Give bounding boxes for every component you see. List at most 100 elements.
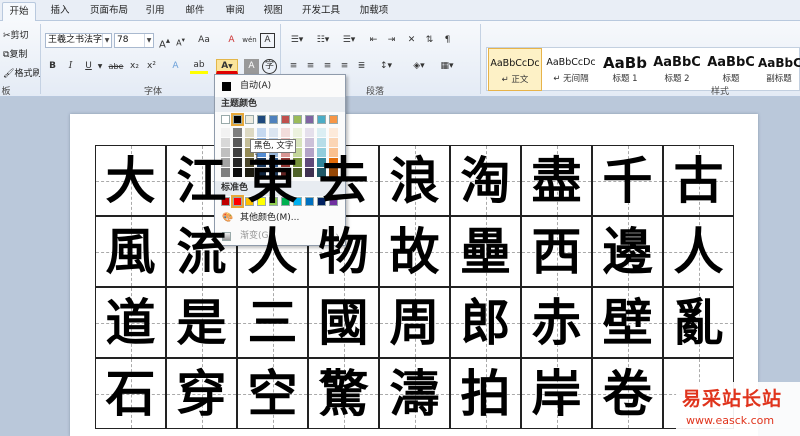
character-cell[interactable]: 人 xyxy=(237,216,308,287)
character-cell[interactable]: 周 xyxy=(379,287,450,358)
theme-color-swatch[interactable] xyxy=(269,115,278,124)
character-cell[interactable]: 去 xyxy=(308,145,379,216)
theme-shade-swatch[interactable] xyxy=(329,138,338,147)
font-size-combobox[interactable]: 78 ▼ xyxy=(114,33,154,48)
chevron-down-icon[interactable]: ▼ xyxy=(97,59,103,74)
character-cell[interactable]: 國 xyxy=(308,287,379,358)
align-center-button[interactable]: ≡ xyxy=(303,59,318,74)
character-shading-button[interactable]: A xyxy=(244,59,259,74)
character-cell[interactable]: 岸 xyxy=(521,358,592,429)
character-cell[interactable]: 盡 xyxy=(521,145,592,216)
theme-color-swatch[interactable] xyxy=(245,115,254,124)
increase-indent-button[interactable]: ⇥ xyxy=(384,33,399,48)
theme-shade-swatch[interactable] xyxy=(221,128,230,137)
phonetic-guide-button[interactable]: wén xyxy=(242,33,257,48)
theme-color-swatch[interactable] xyxy=(329,115,338,124)
theme-shade-swatch[interactable] xyxy=(269,128,278,137)
align-right-button[interactable]: ≡ xyxy=(320,59,335,74)
character-cell[interactable]: 淘 xyxy=(450,145,521,216)
style-no-spacing[interactable]: AaBbCcDc ↵ 无间隔 xyxy=(544,48,598,91)
character-cell[interactable]: 石 xyxy=(95,358,166,429)
standard-color-swatch[interactable] xyxy=(231,195,244,208)
chevron-down-icon[interactable]: ▼ xyxy=(228,63,233,70)
clear-formatting-button[interactable]: A xyxy=(224,33,239,48)
tab-view[interactable]: 视图 xyxy=(258,2,288,21)
character-cell[interactable]: 赤 xyxy=(521,287,592,358)
theme-shade-swatch[interactable] xyxy=(233,128,242,137)
standard-color-swatch[interactable] xyxy=(305,197,314,206)
character-cell[interactable]: 道 xyxy=(95,287,166,358)
style-heading-2[interactable]: AaBbC 标题 2 xyxy=(650,48,704,91)
character-cell[interactable]: 人 xyxy=(663,216,734,287)
theme-shade-swatch[interactable] xyxy=(305,148,314,157)
theme-shade-swatch[interactable] xyxy=(233,158,242,167)
character-cell[interactable]: 亂 xyxy=(663,287,734,358)
theme-shade-swatch[interactable] xyxy=(305,138,314,147)
style-heading-1[interactable]: AaBb 标题 1 xyxy=(598,48,652,91)
tab-mailings[interactable]: 邮件 xyxy=(180,2,210,21)
distributed-button[interactable]: ≣ xyxy=(354,59,369,74)
justify-button[interactable]: ≡ xyxy=(337,59,352,74)
decrease-indent-button[interactable]: ⇤ xyxy=(366,33,381,48)
theme-shade-swatch[interactable] xyxy=(305,128,314,137)
character-cell[interactable]: 浪 xyxy=(379,145,450,216)
text-effects-button[interactable]: A xyxy=(168,59,183,74)
font-color-button[interactable]: A▼ xyxy=(216,59,238,74)
subscript-button[interactable]: x₂ xyxy=(127,59,142,74)
character-cell[interactable]: 拍 xyxy=(450,358,521,429)
character-cell[interactable]: 大 xyxy=(95,145,166,216)
tab-addins[interactable]: 加载项 xyxy=(354,2,394,21)
theme-color-swatch[interactable] xyxy=(305,115,314,124)
underline-button[interactable]: U xyxy=(81,59,96,74)
paragraph-shading-button[interactable]: ◈▾ xyxy=(408,59,430,74)
grow-font-button[interactable]: A▴ xyxy=(157,33,172,50)
character-cell[interactable]: 江 xyxy=(166,145,237,216)
character-cell[interactable]: 空 xyxy=(237,358,308,429)
font-name-combobox[interactable]: 王羲之书法字 ▼ xyxy=(45,33,112,48)
tab-review[interactable]: 审阅 xyxy=(220,2,250,21)
theme-shade-swatch[interactable] xyxy=(317,138,326,147)
theme-color-swatch[interactable] xyxy=(221,115,230,124)
multilevel-list-button[interactable]: ☰▾ xyxy=(338,33,360,48)
theme-color-swatch[interactable] xyxy=(293,115,302,124)
superscript-button[interactable]: x² xyxy=(144,59,159,74)
style-normal[interactable]: AaBbCcDc ↵ 正文 xyxy=(488,48,542,91)
change-case-button[interactable]: Aa xyxy=(194,33,214,48)
chevron-down-icon[interactable]: ▼ xyxy=(102,34,111,47)
character-cell[interactable]: 濤 xyxy=(379,358,450,429)
sort-button[interactable]: ⇅ xyxy=(422,33,437,48)
character-cell[interactable]: 千 xyxy=(592,145,663,216)
theme-shade-swatch[interactable] xyxy=(305,158,314,167)
character-cell[interactable]: 物 xyxy=(308,216,379,287)
chinese-layout-button[interactable]: ✕ xyxy=(404,33,419,48)
show-hide-button[interactable]: ¶ xyxy=(440,33,455,48)
character-cell[interactable]: 西 xyxy=(521,216,592,287)
theme-shade-swatch[interactable] xyxy=(233,138,242,147)
theme-shade-swatch[interactable] xyxy=(281,128,290,137)
character-cell[interactable]: 風 xyxy=(95,216,166,287)
character-cell[interactable]: 邊 xyxy=(592,216,663,287)
character-cell[interactable]: 驚 xyxy=(308,358,379,429)
character-cell[interactable]: 故 xyxy=(379,216,450,287)
highlight-color-button[interactable]: ab xyxy=(190,59,208,74)
theme-color-swatch[interactable] xyxy=(281,115,290,124)
theme-shade-swatch[interactable] xyxy=(233,148,242,157)
align-left-button[interactable]: ≡ xyxy=(286,59,301,74)
character-border-button[interactable]: A xyxy=(260,33,275,48)
theme-color-swatch[interactable] xyxy=(317,115,326,124)
character-cell[interactable]: 流 xyxy=(166,216,237,287)
chevron-down-icon[interactable]: ▼ xyxy=(144,34,153,47)
strikethrough-button[interactable]: abe xyxy=(107,59,125,74)
theme-shade-swatch[interactable] xyxy=(257,128,266,137)
cut-button[interactable]: ✂剪切 xyxy=(3,28,29,41)
theme-color-swatch[interactable] xyxy=(257,115,266,124)
character-cell[interactable]: 是 xyxy=(166,287,237,358)
copy-button[interactable]: ⧉复制 xyxy=(3,47,27,60)
character-cell[interactable]: 壁 xyxy=(592,287,663,358)
character-cell[interactable]: 古 xyxy=(663,145,734,216)
character-cell[interactable]: 卷 xyxy=(592,358,663,429)
bullets-button[interactable]: ☰▾ xyxy=(286,33,308,48)
tab-references[interactable]: 引用 xyxy=(140,2,170,21)
numbering-button[interactable]: ☷▾ xyxy=(312,33,334,48)
character-cell[interactable]: 郎 xyxy=(450,287,521,358)
